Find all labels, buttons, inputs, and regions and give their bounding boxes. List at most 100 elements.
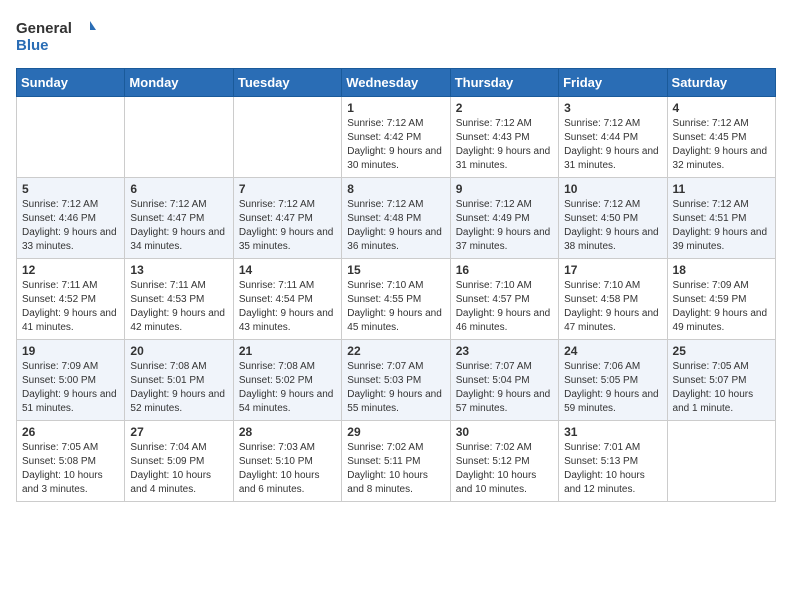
calendar-cell: 31 Sunrise: 7:01 AM Sunset: 5:13 PM Dayl… bbox=[559, 421, 667, 502]
calendar-cell: 23 Sunrise: 7:07 AM Sunset: 5:04 PM Dayl… bbox=[450, 340, 558, 421]
calendar-cell: 19 Sunrise: 7:09 AM Sunset: 5:00 PM Dayl… bbox=[17, 340, 125, 421]
day-number: 21 bbox=[239, 344, 336, 358]
weekday-header-wednesday: Wednesday bbox=[342, 69, 450, 97]
calendar-cell: 27 Sunrise: 7:04 AM Sunset: 5:09 PM Dayl… bbox=[125, 421, 233, 502]
day-number: 5 bbox=[22, 182, 119, 196]
day-number: 1 bbox=[347, 101, 444, 115]
day-info: Sunrise: 7:12 AM Sunset: 4:47 PM Dayligh… bbox=[239, 198, 336, 254]
day-info: Sunrise: 7:12 AM Sunset: 4:49 PM Dayligh… bbox=[456, 198, 553, 254]
calendar-week-4: 19 Sunrise: 7:09 AM Sunset: 5:00 PM Dayl… bbox=[17, 340, 776, 421]
weekday-header-saturday: Saturday bbox=[667, 69, 775, 97]
day-number: 8 bbox=[347, 182, 444, 196]
weekday-header-row: SundayMondayTuesdayWednesdayThursdayFrid… bbox=[17, 69, 776, 97]
day-info: Sunrise: 7:11 AM Sunset: 4:54 PM Dayligh… bbox=[239, 279, 336, 335]
calendar-cell: 30 Sunrise: 7:02 AM Sunset: 5:12 PM Dayl… bbox=[450, 421, 558, 502]
day-number: 17 bbox=[564, 263, 661, 277]
day-info: Sunrise: 7:09 AM Sunset: 5:00 PM Dayligh… bbox=[22, 360, 119, 416]
calendar-cell: 26 Sunrise: 7:05 AM Sunset: 5:08 PM Dayl… bbox=[17, 421, 125, 502]
day-info: Sunrise: 7:02 AM Sunset: 5:12 PM Dayligh… bbox=[456, 441, 553, 497]
day-info: Sunrise: 7:07 AM Sunset: 5:03 PM Dayligh… bbox=[347, 360, 444, 416]
weekday-header-monday: Monday bbox=[125, 69, 233, 97]
weekday-header-thursday: Thursday bbox=[450, 69, 558, 97]
day-number: 18 bbox=[673, 263, 770, 277]
day-number: 14 bbox=[239, 263, 336, 277]
calendar-cell: 28 Sunrise: 7:03 AM Sunset: 5:10 PM Dayl… bbox=[233, 421, 341, 502]
day-info: Sunrise: 7:12 AM Sunset: 4:42 PM Dayligh… bbox=[347, 117, 444, 173]
day-number: 27 bbox=[130, 425, 227, 439]
logo-svg: General Blue bbox=[16, 16, 96, 56]
calendar-cell: 15 Sunrise: 7:10 AM Sunset: 4:55 PM Dayl… bbox=[342, 259, 450, 340]
day-number: 15 bbox=[347, 263, 444, 277]
day-info: Sunrise: 7:01 AM Sunset: 5:13 PM Dayligh… bbox=[564, 441, 661, 497]
calendar-table: SundayMondayTuesdayWednesdayThursdayFrid… bbox=[16, 68, 776, 502]
day-info: Sunrise: 7:05 AM Sunset: 5:07 PM Dayligh… bbox=[673, 360, 770, 416]
day-info: Sunrise: 7:11 AM Sunset: 4:52 PM Dayligh… bbox=[22, 279, 119, 335]
day-info: Sunrise: 7:12 AM Sunset: 4:43 PM Dayligh… bbox=[456, 117, 553, 173]
svg-text:General: General bbox=[16, 20, 72, 37]
day-number: 11 bbox=[673, 182, 770, 196]
calendar-cell bbox=[233, 97, 341, 178]
calendar-cell: 12 Sunrise: 7:11 AM Sunset: 4:52 PM Dayl… bbox=[17, 259, 125, 340]
weekday-header-tuesday: Tuesday bbox=[233, 69, 341, 97]
calendar-cell: 14 Sunrise: 7:11 AM Sunset: 4:54 PM Dayl… bbox=[233, 259, 341, 340]
calendar-week-1: 1 Sunrise: 7:12 AM Sunset: 4:42 PM Dayli… bbox=[17, 97, 776, 178]
calendar-cell: 9 Sunrise: 7:12 AM Sunset: 4:49 PM Dayli… bbox=[450, 178, 558, 259]
calendar-cell: 1 Sunrise: 7:12 AM Sunset: 4:42 PM Dayli… bbox=[342, 97, 450, 178]
weekday-header-sunday: Sunday bbox=[17, 69, 125, 97]
logo: General Blue bbox=[16, 16, 96, 56]
day-info: Sunrise: 7:12 AM Sunset: 4:50 PM Dayligh… bbox=[564, 198, 661, 254]
day-info: Sunrise: 7:11 AM Sunset: 4:53 PM Dayligh… bbox=[130, 279, 227, 335]
calendar-cell: 2 Sunrise: 7:12 AM Sunset: 4:43 PM Dayli… bbox=[450, 97, 558, 178]
day-info: Sunrise: 7:10 AM Sunset: 4:58 PM Dayligh… bbox=[564, 279, 661, 335]
day-number: 28 bbox=[239, 425, 336, 439]
day-number: 9 bbox=[456, 182, 553, 196]
weekday-header-friday: Friday bbox=[559, 69, 667, 97]
day-number: 22 bbox=[347, 344, 444, 358]
calendar-cell: 16 Sunrise: 7:10 AM Sunset: 4:57 PM Dayl… bbox=[450, 259, 558, 340]
day-number: 16 bbox=[456, 263, 553, 277]
calendar-cell: 8 Sunrise: 7:12 AM Sunset: 4:48 PM Dayli… bbox=[342, 178, 450, 259]
day-info: Sunrise: 7:02 AM Sunset: 5:11 PM Dayligh… bbox=[347, 441, 444, 497]
day-info: Sunrise: 7:12 AM Sunset: 4:45 PM Dayligh… bbox=[673, 117, 770, 173]
svg-text:Blue: Blue bbox=[16, 37, 49, 54]
calendar-cell bbox=[17, 97, 125, 178]
day-info: Sunrise: 7:03 AM Sunset: 5:10 PM Dayligh… bbox=[239, 441, 336, 497]
day-number: 24 bbox=[564, 344, 661, 358]
calendar-cell: 24 Sunrise: 7:06 AM Sunset: 5:05 PM Dayl… bbox=[559, 340, 667, 421]
calendar-cell: 22 Sunrise: 7:07 AM Sunset: 5:03 PM Dayl… bbox=[342, 340, 450, 421]
day-number: 20 bbox=[130, 344, 227, 358]
day-number: 6 bbox=[130, 182, 227, 196]
calendar-cell: 11 Sunrise: 7:12 AM Sunset: 4:51 PM Dayl… bbox=[667, 178, 775, 259]
calendar-cell: 10 Sunrise: 7:12 AM Sunset: 4:50 PM Dayl… bbox=[559, 178, 667, 259]
day-number: 30 bbox=[456, 425, 553, 439]
day-info: Sunrise: 7:09 AM Sunset: 4:59 PM Dayligh… bbox=[673, 279, 770, 335]
day-number: 4 bbox=[673, 101, 770, 115]
day-number: 25 bbox=[673, 344, 770, 358]
calendar-week-2: 5 Sunrise: 7:12 AM Sunset: 4:46 PM Dayli… bbox=[17, 178, 776, 259]
day-number: 29 bbox=[347, 425, 444, 439]
day-info: Sunrise: 7:12 AM Sunset: 4:44 PM Dayligh… bbox=[564, 117, 661, 173]
day-info: Sunrise: 7:12 AM Sunset: 4:47 PM Dayligh… bbox=[130, 198, 227, 254]
day-info: Sunrise: 7:04 AM Sunset: 5:09 PM Dayligh… bbox=[130, 441, 227, 497]
day-number: 26 bbox=[22, 425, 119, 439]
day-number: 13 bbox=[130, 263, 227, 277]
day-info: Sunrise: 7:10 AM Sunset: 4:57 PM Dayligh… bbox=[456, 279, 553, 335]
calendar-cell: 25 Sunrise: 7:05 AM Sunset: 5:07 PM Dayl… bbox=[667, 340, 775, 421]
day-info: Sunrise: 7:12 AM Sunset: 4:46 PM Dayligh… bbox=[22, 198, 119, 254]
day-number: 19 bbox=[22, 344, 119, 358]
day-info: Sunrise: 7:10 AM Sunset: 4:55 PM Dayligh… bbox=[347, 279, 444, 335]
calendar-cell: 21 Sunrise: 7:08 AM Sunset: 5:02 PM Dayl… bbox=[233, 340, 341, 421]
day-info: Sunrise: 7:08 AM Sunset: 5:01 PM Dayligh… bbox=[130, 360, 227, 416]
calendar-cell: 3 Sunrise: 7:12 AM Sunset: 4:44 PM Dayli… bbox=[559, 97, 667, 178]
day-info: Sunrise: 7:08 AM Sunset: 5:02 PM Dayligh… bbox=[239, 360, 336, 416]
calendar-cell: 7 Sunrise: 7:12 AM Sunset: 4:47 PM Dayli… bbox=[233, 178, 341, 259]
day-number: 31 bbox=[564, 425, 661, 439]
page-header: General Blue bbox=[16, 16, 776, 56]
calendar-week-3: 12 Sunrise: 7:11 AM Sunset: 4:52 PM Dayl… bbox=[17, 259, 776, 340]
calendar-cell: 29 Sunrise: 7:02 AM Sunset: 5:11 PM Dayl… bbox=[342, 421, 450, 502]
calendar-cell: 6 Sunrise: 7:12 AM Sunset: 4:47 PM Dayli… bbox=[125, 178, 233, 259]
calendar-cell: 4 Sunrise: 7:12 AM Sunset: 4:45 PM Dayli… bbox=[667, 97, 775, 178]
day-info: Sunrise: 7:06 AM Sunset: 5:05 PM Dayligh… bbox=[564, 360, 661, 416]
day-info: Sunrise: 7:05 AM Sunset: 5:08 PM Dayligh… bbox=[22, 441, 119, 497]
calendar-cell bbox=[125, 97, 233, 178]
